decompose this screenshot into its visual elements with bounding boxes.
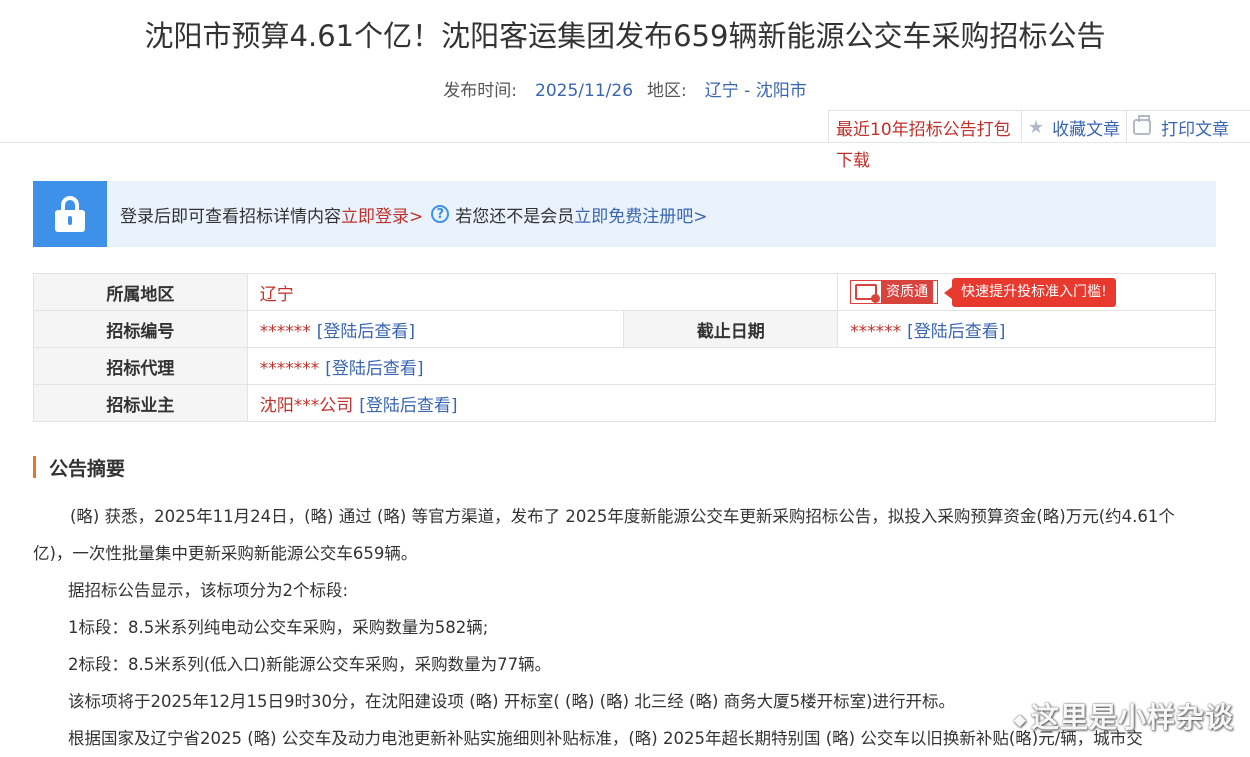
owner-value: 沈阳***公司 [登陆后查看] <box>246 384 1217 422</box>
login-prompt-text: 登录后即可查看招标详情内容 <box>120 206 341 227</box>
agent-mask: ******* <box>259 358 320 379</box>
table-row: 招标代理 ******* [登陆后查看] <box>33 347 1217 385</box>
bid-info-table: 所属地区 辽宁 资质通 快速提升投标准入门槛! 招标编号 ****** [登陆后查… <box>33 273 1217 422</box>
favorite-label: 收藏文章 <box>1052 119 1121 140</box>
region-link[interactable]: 辽宁 - 沈阳市 <box>705 81 807 101</box>
qualification-tip-button[interactable]: 快速提升投标准入门槛! <box>944 277 1116 307</box>
register-link[interactable]: 立即免费注册吧> <box>574 202 707 227</box>
bid-no-value: ****** [登陆后查看] <box>246 310 625 348</box>
star-icon: ★ <box>1028 116 1045 138</box>
header-divider <box>0 142 1250 143</box>
watermark: ◆ 这里是小样杂谈 <box>1014 696 1234 736</box>
bid-no-mask: ****** <box>259 321 311 342</box>
deadline-mask: ****** <box>850 321 902 342</box>
summary-paragraph: (略) 获悉，2025年11月24日，(略) 通过 (略) 等官方渠道，发布了 … <box>33 507 1175 563</box>
owner-login-link[interactable]: [登陆后查看] <box>359 396 457 416</box>
qualification-cell: 资质通 快速提升投标准入门槛! <box>837 273 1216 311</box>
summary-paragraph: 据招标公告显示，该标项分为2个标段: <box>68 581 349 600</box>
login-banner: 登录后即可查看招标详情内容 立即登录> ? 若您还不是会员 立即免费注册吧> <box>33 181 1216 247</box>
print-button[interactable]: 打印文章 <box>1126 111 1235 143</box>
deadline-login-link[interactable]: [登陆后查看] <box>907 322 1005 342</box>
deadline-value: ****** [登陆后查看] <box>837 310 1216 348</box>
agent-login-link[interactable]: [登陆后查看] <box>325 359 423 379</box>
summary-paragraph: 2标段：8.5米系列(低入口)新能源公交车采购，采购数量为77辆。 <box>68 655 552 674</box>
member-prompt-text: 若您还不是会员 <box>455 206 575 227</box>
lock-icon <box>33 181 107 247</box>
region-label: 地区: <box>647 81 687 101</box>
qualification-badge[interactable]: 资质通 <box>850 280 939 304</box>
summary-heading-text: 公告摘要 <box>49 457 126 480</box>
article-meta: 发布时间: 2025/11/26 地区: 辽宁 - 沈阳市 <box>0 78 1250 104</box>
publish-time-label: 发布时间: <box>443 81 518 101</box>
agent-value: ******* [登陆后查看] <box>246 347 1217 385</box>
owner-name: 沈阳***公司 <box>259 395 354 416</box>
help-icon: ? <box>431 205 450 223</box>
region-value: 辽宁 <box>246 273 839 311</box>
heading-accent-bar <box>33 456 36 478</box>
download-package-link[interactable]: 最近10年招标公告打包下载 <box>829 111 1021 177</box>
bid-no-header: 招标编号 <box>33 310 248 348</box>
qualification-label: 资质通 <box>881 281 934 303</box>
print-label: 打印文章 <box>1161 119 1230 140</box>
article-actions: 最近10年招标公告打包下载 ★ 收藏文章 打印文章 <box>828 110 1250 171</box>
table-row: 所属地区 辽宁 资质通 快速提升投标准入门槛! <box>33 273 1216 311</box>
printer-icon <box>1133 115 1152 135</box>
favorite-button[interactable]: ★ 收藏文章 <box>1021 111 1126 143</box>
table-row: 招标业主 沈阳***公司 [登陆后查看] <box>33 384 1217 422</box>
watermark-text: 这里是小样杂谈 <box>1030 701 1234 734</box>
region-header: 所属地区 <box>33 273 248 311</box>
publish-date: 2025/11/26 <box>535 81 634 101</box>
certificate-icon <box>855 284 881 303</box>
login-link[interactable]: 立即登录> <box>341 202 423 227</box>
agent-header: 招标代理 <box>33 347 248 385</box>
login-prompt: 登录后即可查看招标详情内容 立即登录> ? 若您还不是会员 立即免费注册吧> <box>120 202 708 227</box>
table-row: 招标编号 ****** [登陆后查看] 截止日期 ****** [登陆后查看] <box>33 310 1216 348</box>
bid-no-login-link[interactable]: [登陆后查看] <box>317 322 415 342</box>
summary-heading: 公告摘要 <box>33 455 126 480</box>
watermark-logo-icon: ◆ <box>1013 709 1027 729</box>
deadline-header: 截止日期 <box>623 310 839 348</box>
page-title: 沈阳市预算4.61个亿！沈阳客运集团发布659辆新能源公交车采购招标公告 <box>144 19 1106 53</box>
owner-header: 招标业主 <box>33 384 248 422</box>
summary-paragraph: 1标段：8.5米系列纯电动公交车采购，采购数量为582辆; <box>68 618 489 637</box>
